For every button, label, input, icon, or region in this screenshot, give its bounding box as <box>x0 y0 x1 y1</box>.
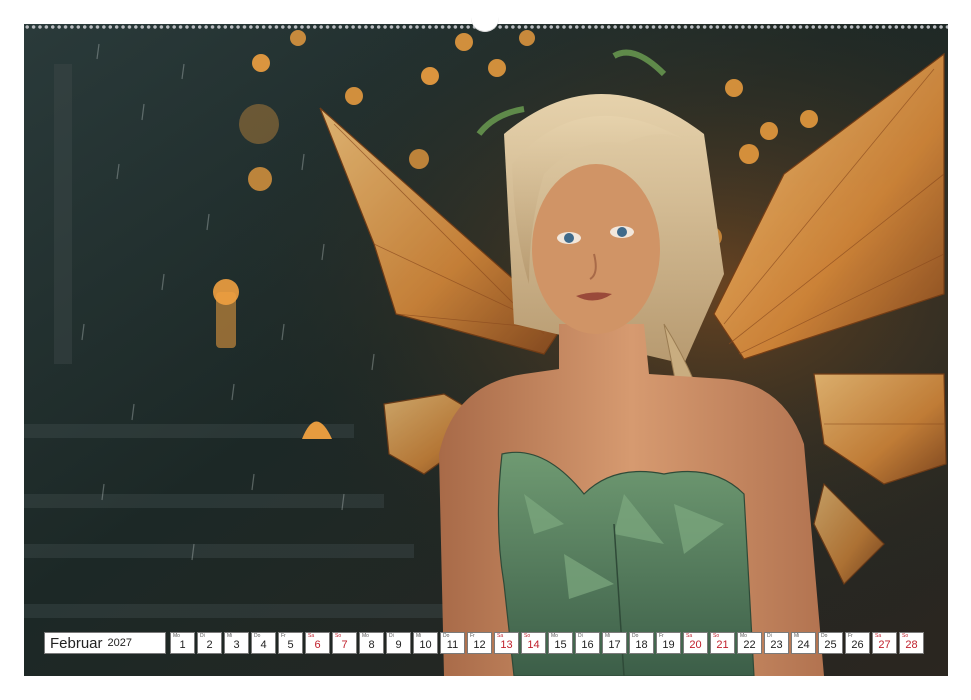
day-cell: Mo 8 <box>359 632 384 654</box>
month-name: Februar <box>50 634 103 652</box>
day-number: 16 <box>581 639 594 651</box>
day-cells: Mo 1 Di 2 Mi 3 Do 4 Fr 5 Sa 6 So 7 Mo 8 Di 9 Mi 10 Do 11 Fr 12 S… <box>168 631 924 655</box>
day-cell: Do 18 <box>629 632 654 654</box>
day-cell: Sa 27 <box>872 632 897 654</box>
day-cell: Di 16 <box>575 632 600 654</box>
day-number: 12 <box>473 639 486 651</box>
day-number: 5 <box>287 639 294 651</box>
day-cell: So 21 <box>710 632 735 654</box>
day-cell: Di 9 <box>386 632 411 654</box>
day-cell: Mi 24 <box>791 632 816 654</box>
day-cell: So 7 <box>332 632 357 654</box>
day-number: 24 <box>797 639 810 651</box>
day-cell: Fr 5 <box>278 632 303 654</box>
day-number: 4 <box>260 639 267 651</box>
day-cell: Fr 19 <box>656 632 681 654</box>
day-number: 22 <box>743 639 756 651</box>
day-cell: Mi 3 <box>224 632 249 654</box>
day-cell: Di 2 <box>197 632 222 654</box>
day-cell: Fr 26 <box>845 632 870 654</box>
day-cell: So 14 <box>521 632 546 654</box>
day-cell: Fr 12 <box>467 632 492 654</box>
fairy-photo <box>24 24 948 676</box>
day-number: 23 <box>770 639 783 651</box>
day-number: 11 <box>446 639 459 651</box>
day-number: 13 <box>500 639 513 651</box>
day-cell: Mo 1 <box>170 632 195 654</box>
year: 2027 <box>107 637 133 649</box>
day-number: 26 <box>851 639 864 651</box>
day-number: 15 <box>554 639 567 651</box>
day-cell: Sa 13 <box>494 632 519 654</box>
day-cell: Mi 17 <box>602 632 627 654</box>
day-cell: So 28 <box>899 632 924 654</box>
day-cell: Mo 15 <box>548 632 573 654</box>
day-number: 18 <box>635 639 648 651</box>
day-cell: Di 23 <box>764 632 789 654</box>
day-cell: Mo 22 <box>737 632 762 654</box>
fairy-illustration <box>24 24 948 676</box>
day-cell: Mi 10 <box>413 632 438 654</box>
day-number: 17 <box>608 639 621 651</box>
calendar-strip: Februar 2027 Mo 1 Di 2 Mi 3 Do 4 Fr 5 Sa 6 So 7 Mo 8 Di 9… <box>44 631 926 655</box>
day-cell: Do 4 <box>251 632 276 654</box>
month-label-box: Februar 2027 <box>44 632 166 654</box>
day-number: 1 <box>179 639 186 651</box>
day-number: 3 <box>233 639 240 651</box>
day-number: 21 <box>716 639 729 651</box>
day-number: 25 <box>824 639 837 651</box>
day-number: 14 <box>527 639 540 651</box>
day-number: 28 <box>905 639 918 651</box>
day-cell: Sa 20 <box>683 632 708 654</box>
day-number: 2 <box>206 639 213 651</box>
day-number: 6 <box>314 639 321 651</box>
day-number: 9 <box>395 639 402 651</box>
day-number: 7 <box>341 639 348 651</box>
day-number: 27 <box>878 639 891 651</box>
day-number: 19 <box>662 639 675 651</box>
day-cell: Sa 6 <box>305 632 330 654</box>
day-number: 20 <box>689 639 702 651</box>
day-cell: Do 25 <box>818 632 843 654</box>
day-number: 10 <box>419 639 432 651</box>
day-cell: Do 11 <box>440 632 465 654</box>
day-number: 8 <box>368 639 375 651</box>
